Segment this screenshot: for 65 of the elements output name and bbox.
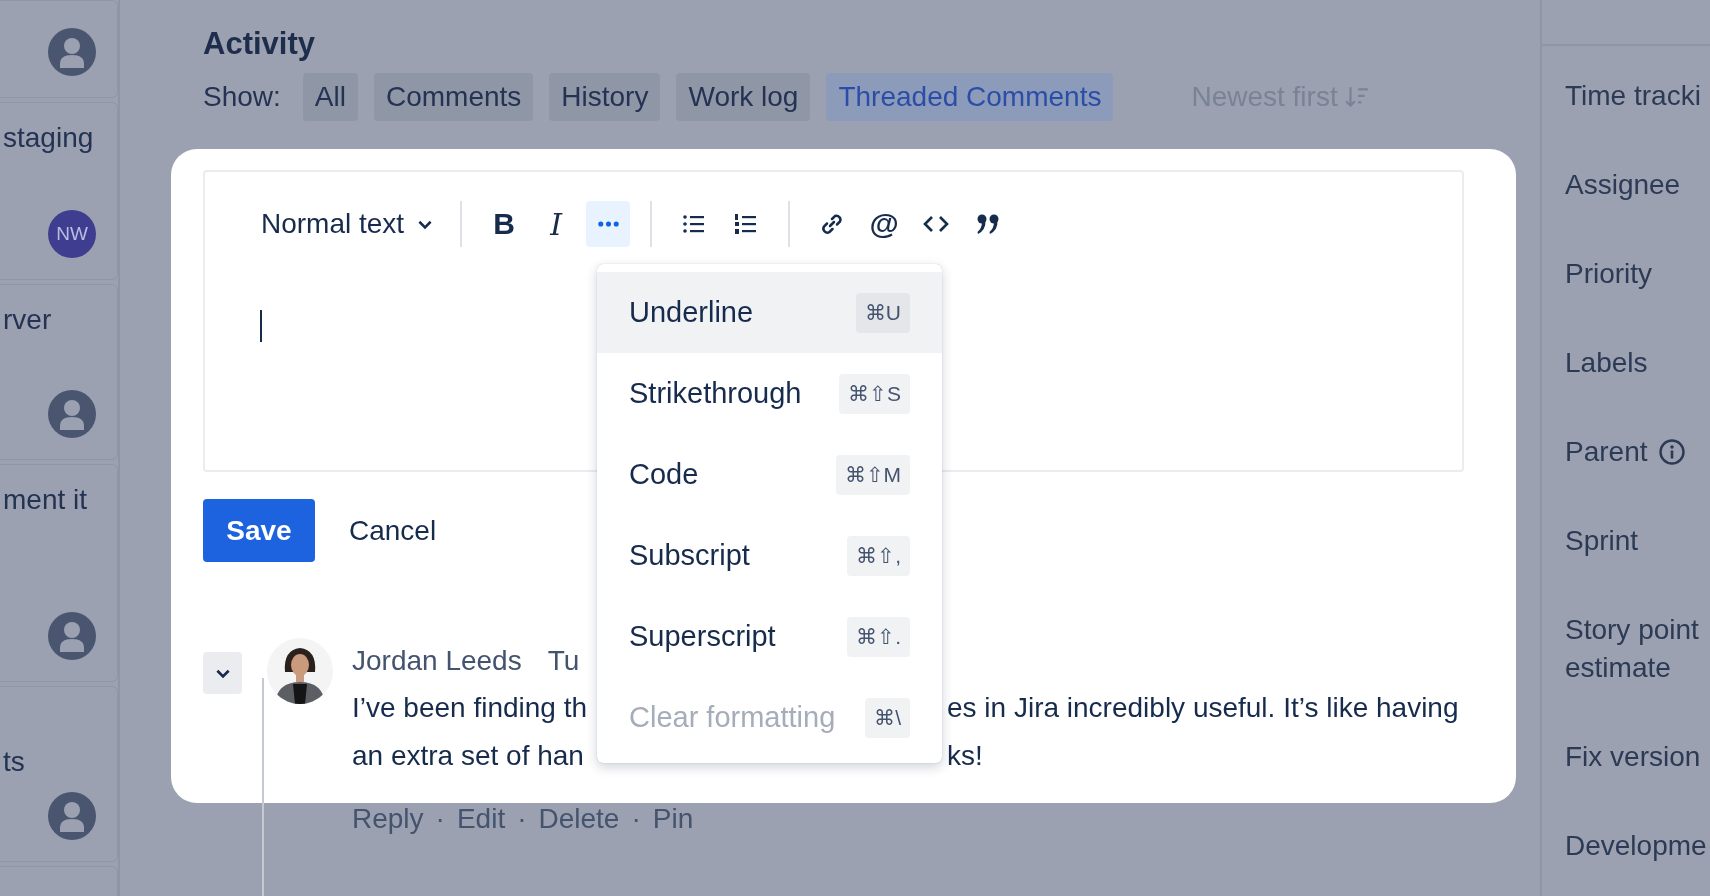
comment-action-link[interactable]: Pin <box>652 803 694 835</box>
filter-tab[interactable]: All <box>302 73 358 121</box>
comment-text: an extra set of han <box>352 740 585 772</box>
field-label: Fix version <box>1565 740 1701 774</box>
filter-tab[interactable]: Comments <box>373 73 534 121</box>
comment-action-link[interactable]: Edit <box>456 803 506 835</box>
card-title: rver <box>3 303 52 337</box>
field-label: Priority <box>1565 257 1653 291</box>
comment-action-link[interactable]: Delete <box>538 803 620 835</box>
menu-item[interactable]: Superscript ⌘⇧. <box>597 596 942 677</box>
shortcut-key: ⌘⇧, <box>847 535 910 576</box>
field-label: Sprint <box>1565 524 1639 558</box>
user-avatar: NW <box>48 210 96 258</box>
card-title: ts <box>3 745 25 779</box>
card-title: staging <box>3 121 94 155</box>
menu-item[interactable]: Underline ⌘U <box>597 272 942 353</box>
issue-card[interactable]: ment it <box>0 464 118 682</box>
field-label: Labels <box>1565 346 1648 380</box>
comment-text: es in Jira incredibly useful. It’s like having <box>947 692 1459 724</box>
issue-card[interactable] <box>0 0 118 98</box>
user-avatar-icon <box>48 28 96 76</box>
issue-card[interactable]: rver <box>0 284 118 460</box>
comment-text: I’ve been finding th <box>352 692 589 724</box>
filter-tab[interactable]: Work log <box>676 73 811 121</box>
author-name[interactable]: Jordan Leeds <box>352 645 522 677</box>
more-button[interactable] <box>586 201 631 247</box>
shortcut-key: ⌘U <box>855 292 910 333</box>
user-avatar-icon <box>48 612 96 660</box>
format-button[interactable]: I <box>534 201 579 247</box>
format-button[interactable]: B <box>482 201 527 247</box>
comment-action-link[interactable]: Reply <box>352 803 424 835</box>
shortcut-key: ⌘⇧S <box>839 373 910 414</box>
menu-item[interactable]: Strikethrough ⌘⇧S <box>597 353 942 434</box>
user-avatar-icon <box>48 792 96 840</box>
shortcut-key: ⌘⇧M <box>835 454 910 495</box>
shortcut-key: ⌘\ <box>865 697 910 738</box>
issue-card[interactable]: ts <box>0 686 118 862</box>
comment-text: ks! <box>947 740 984 772</box>
card-title: ment it <box>3 483 88 517</box>
field-label: Story point estimate <box>1565 613 1700 685</box>
separator-dot: · <box>435 803 445 835</box>
format-button[interactable]: @ <box>862 201 907 247</box>
field-label: Time tracki <box>1565 79 1701 113</box>
filter-label: Show: <box>203 81 281 113</box>
field-label: Developme <box>1565 829 1707 863</box>
comment-time: Tu <box>547 645 580 677</box>
info-icon <box>1657 438 1686 466</box>
sort-icon <box>1343 84 1370 110</box>
cancel-button[interactable]: Cancel <box>345 499 441 562</box>
text-cursor <box>260 310 262 342</box>
save-button[interactable]: Save <box>203 499 315 562</box>
text-style-dropdown[interactable]: Normal text <box>255 201 441 247</box>
collapse-button[interactable] <box>203 652 242 694</box>
menu-item[interactable]: Subscript ⌘⇧, <box>597 515 942 596</box>
more-icon <box>597 221 619 227</box>
separator-dot: · <box>517 803 527 835</box>
field-label: Assignee <box>1565 168 1681 202</box>
filter-tab[interactable]: History <box>549 73 661 121</box>
filter-tab[interactable]: Threaded Comments <box>826 73 1114 121</box>
issue-card[interactable]: staging NW <box>0 102 118 280</box>
shortcut-key: ⌘⇧. <box>847 616 910 657</box>
user-avatar-icon <box>48 390 96 438</box>
section-title: Activity <box>203 25 316 63</box>
separator-dot: · <box>631 803 641 835</box>
field-label: Parent <box>1565 435 1648 469</box>
